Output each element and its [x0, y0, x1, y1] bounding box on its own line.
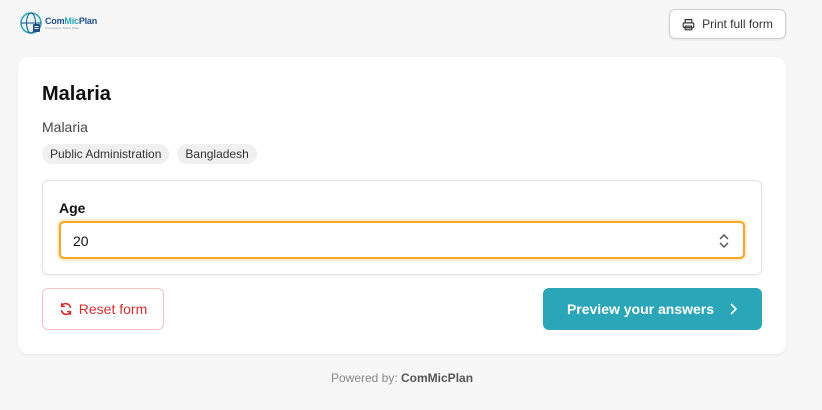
- chevron-right-icon: [730, 303, 738, 315]
- footer-prefix: Powered by:: [330, 371, 398, 385]
- age-label: Age: [59, 200, 86, 216]
- preview-button-label: Preview your answers: [566, 301, 715, 317]
- logo-tagline: Community Micro Plan: [45, 25, 80, 30]
- number-spinner-icon[interactable]: [719, 233, 729, 249]
- refresh-icon: [60, 302, 71, 316]
- globe-logo-icon: [20, 12, 42, 34]
- powered-by-footer: Powered by: ComMicPlan: [0, 371, 804, 385]
- logo-name: ComMicPlan: [45, 15, 98, 26]
- reset-form-button[interactable]: Reset form: [42, 288, 164, 330]
- print-full-form-button[interactable]: Print full form: [669, 9, 786, 39]
- footer-brand: ComMicPlan: [401, 371, 474, 385]
- form-title: Malaria: [42, 83, 111, 105]
- print-button-label: Print full form: [702, 17, 773, 31]
- form-tags: Public Administration Bangladesh: [42, 144, 257, 164]
- age-number-input[interactable]: 20: [59, 221, 745, 259]
- app-logo[interactable]: ComMicPlan Community Micro Plan: [19, 11, 97, 35]
- tag-public-administration: Public Administration: [42, 144, 170, 164]
- form-card: Malaria Malaria Public Administration Ba…: [18, 57, 786, 354]
- question-card-age: Age 20: [42, 180, 762, 275]
- tag-bangladesh: Bangladesh: [177, 144, 257, 164]
- age-input-value[interactable]: 20: [73, 233, 89, 249]
- preview-answers-button[interactable]: Preview your answers: [543, 288, 762, 330]
- printer-icon: [682, 18, 695, 30]
- reset-button-label: Reset form: [78, 301, 148, 317]
- form-subtitle: Malaria: [42, 119, 88, 135]
